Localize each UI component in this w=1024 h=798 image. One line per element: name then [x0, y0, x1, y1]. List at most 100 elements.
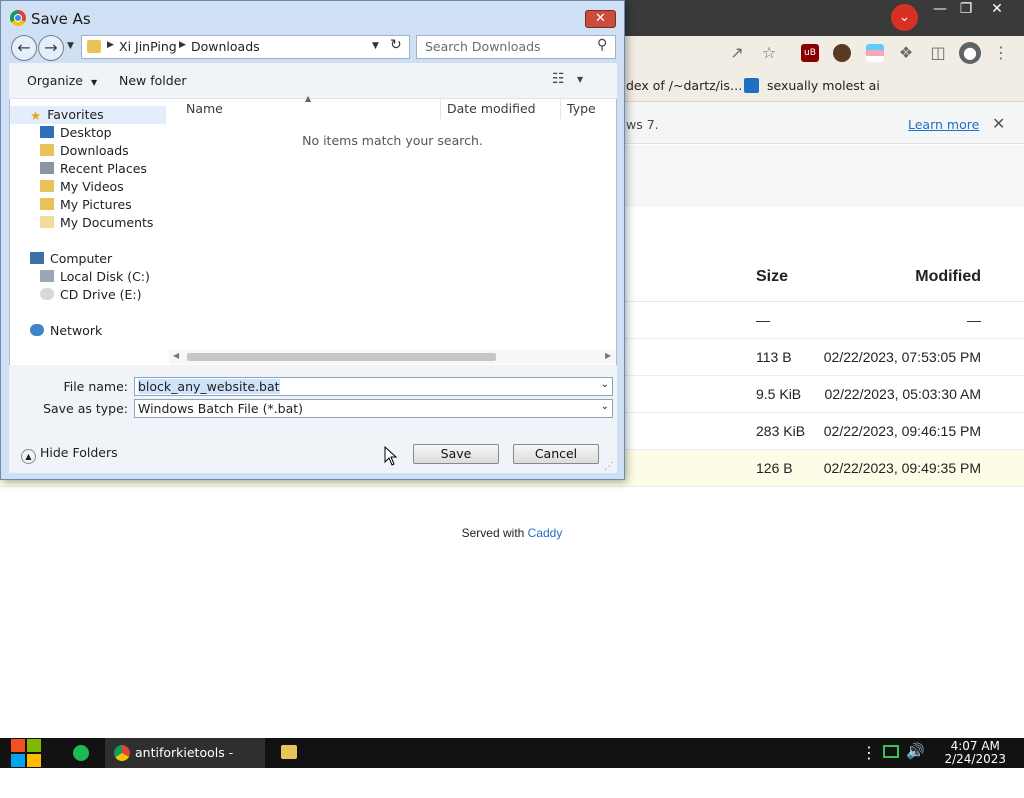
- info-bar-text: ws 7.: [626, 117, 659, 132]
- view-options-icon[interactable]: ☷: [552, 71, 565, 87]
- address-dropdown-icon[interactable]: ▼: [372, 41, 379, 51]
- nav-my-videos[interactable]: My Videos: [40, 179, 124, 194]
- new-folder-button[interactable]: New folder: [119, 73, 187, 88]
- learn-more-link[interactable]: Learn more: [908, 117, 979, 132]
- close-icon[interactable]: ✕: [983, 0, 1011, 18]
- search-box[interactable]: Search Downloads ⚲: [416, 35, 616, 59]
- share-icon[interactable]: ↗: [728, 44, 746, 62]
- volume-tray-icon[interactable]: 🔊: [906, 742, 925, 760]
- nav-favorites[interactable]: ★ Favorites: [10, 106, 166, 124]
- horizontal-scrollbar[interactable]: ◀ ▶: [169, 350, 616, 364]
- nav-recent-places[interactable]: Recent Places: [40, 161, 147, 176]
- file-explorer-taskbar-icon[interactable]: [281, 745, 297, 759]
- recent-places-icon: [40, 162, 54, 174]
- empty-message: No items match your search.: [302, 133, 483, 148]
- flag-extension-icon[interactable]: [866, 44, 884, 62]
- profile-avatar-icon[interactable]: ●: [959, 42, 981, 64]
- hide-folders-button[interactable]: ▲ Hide Folders: [21, 445, 118, 464]
- scroll-right-icon[interactable]: ▶: [605, 351, 611, 360]
- address-bar[interactable]: ▶ Xi JinPing ▶ Downloads ▼ ↻: [81, 35, 410, 59]
- chrome-profile-menu-icon[interactable]: ⌄: [891, 4, 918, 31]
- scroll-thumb[interactable]: [187, 353, 496, 361]
- view-dropdown-icon[interactable]: ▼: [577, 75, 583, 84]
- kebab-menu-icon[interactable]: ⋮: [992, 44, 1010, 62]
- forward-button[interactable]: →: [38, 35, 64, 61]
- nav-label: My Videos: [60, 179, 124, 194]
- chevron-down-icon: ▼: [90, 78, 98, 87]
- modified-column-header[interactable]: Modified: [915, 268, 981, 286]
- row-size: 126 B: [756, 460, 793, 476]
- nav-label: My Documents: [60, 215, 154, 230]
- breadcrumb-item[interactable]: Xi JinPing: [119, 39, 177, 54]
- search-input[interactable]: Search Downloads: [425, 39, 541, 54]
- nav-label: Desktop: [60, 125, 112, 140]
- footer-prefix: Served with: [461, 526, 525, 540]
- organize-label: Organize: [27, 73, 83, 88]
- nav-label: Downloads: [60, 143, 129, 158]
- nav-cd-drive[interactable]: CD Drive (E:): [40, 287, 142, 302]
- bookmark-item[interactable]: sexually molest ai: [767, 78, 880, 93]
- search-icon[interactable]: ⚲: [597, 37, 607, 53]
- bookmark-item[interactable]: dex of /~dartz/is…: [626, 78, 742, 93]
- file-name-input[interactable]: block_any_website.bat ⌄: [134, 377, 613, 396]
- nav-my-documents[interactable]: My Documents: [40, 215, 153, 230]
- folder-icon: [87, 40, 101, 53]
- bookmark-star-icon[interactable]: ☆: [760, 44, 778, 62]
- minimize-icon[interactable]: —: [926, 0, 954, 18]
- star-icon: ★: [30, 108, 42, 123]
- mouse-cursor-icon: [384, 445, 398, 466]
- chrome-logo-icon: [10, 10, 26, 26]
- caddy-link[interactable]: Caddy: [528, 526, 563, 540]
- close-infobar-icon[interactable]: ✕: [992, 114, 1005, 133]
- sort-indicator-icon: ▲: [305, 94, 312, 103]
- breadcrumb-item[interactable]: Downloads: [191, 39, 260, 54]
- save-as-type-label: Save as type:: [43, 401, 128, 416]
- column-header-type[interactable]: Type: [567, 101, 596, 116]
- nav-computer[interactable]: Computer: [30, 251, 112, 266]
- dialog-close-button[interactable]: ✕: [585, 10, 616, 28]
- file-name-value: block_any_website.bat: [138, 379, 280, 394]
- refresh-icon[interactable]: ↻: [390, 37, 402, 53]
- system-clock[interactable]: 4:07 AM 2/24/2023: [944, 740, 1006, 766]
- dialog-title: Save As: [31, 10, 91, 28]
- column-divider[interactable]: [560, 97, 561, 119]
- cancel-button[interactable]: Cancel: [513, 444, 599, 464]
- scroll-left-icon[interactable]: ◀: [173, 351, 179, 360]
- column-header-date-modified[interactable]: Date modified: [447, 101, 536, 116]
- size-column-header[interactable]: Size: [756, 268, 788, 286]
- nav-local-disk[interactable]: Local Disk (C:): [40, 269, 150, 284]
- recent-locations-dropdown-icon[interactable]: ▼: [67, 41, 74, 51]
- windows-start-icon[interactable]: [11, 739, 41, 767]
- nav-desktop[interactable]: Desktop: [40, 125, 112, 140]
- back-button[interactable]: ←: [11, 35, 37, 61]
- side-panel-icon[interactable]: ◫: [929, 44, 947, 62]
- chevron-down-icon[interactable]: ⌄: [601, 401, 609, 412]
- taskbar-chrome-window[interactable]: antiforkietools - Go...: [105, 738, 265, 790]
- tray-overflow-icon[interactable]: ⋮: [861, 743, 877, 762]
- save-as-type-select[interactable]: Windows Batch File (*.bat) ⌄: [134, 399, 613, 418]
- videos-folder-icon: [40, 180, 54, 192]
- organize-button[interactable]: Organize ▼: [27, 73, 97, 88]
- ublock-icon[interactable]: uB: [801, 44, 819, 62]
- spotify-icon[interactable]: [73, 745, 89, 761]
- save-button[interactable]: Save: [413, 444, 499, 464]
- chevron-down-icon[interactable]: ⌄: [601, 379, 609, 390]
- nav-downloads[interactable]: Downloads: [40, 143, 129, 158]
- computer-icon: [30, 252, 44, 264]
- column-divider[interactable]: [440, 97, 441, 119]
- network-tray-icon[interactable]: [883, 745, 899, 758]
- documents-folder-icon: [40, 216, 54, 228]
- restore-icon[interactable]: ❐: [952, 0, 980, 18]
- extensions-puzzle-icon[interactable]: ❖: [897, 44, 915, 62]
- avatar-extension-icon[interactable]: [833, 44, 851, 62]
- breadcrumb-separator-icon: ▶: [107, 40, 114, 50]
- resize-grip-icon[interactable]: ⋰: [604, 461, 614, 472]
- nav-network[interactable]: Network: [30, 323, 102, 338]
- column-header-name[interactable]: Name: [186, 101, 223, 116]
- desktop-icon: [40, 126, 54, 138]
- nav-my-pictures[interactable]: My Pictures: [40, 197, 132, 212]
- row-modified: 02/22/2023, 05:03:30 AM: [824, 386, 981, 402]
- nav-label: Local Disk (C:): [60, 269, 150, 284]
- nav-label: My Pictures: [60, 197, 132, 212]
- downloads-folder-icon: [40, 144, 54, 156]
